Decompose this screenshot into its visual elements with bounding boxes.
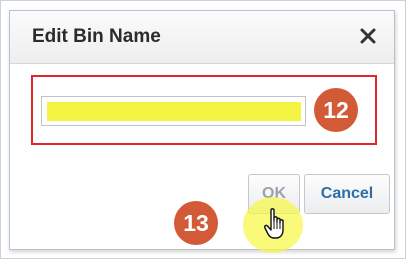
- cancel-button[interactable]: Cancel: [304, 174, 390, 214]
- edit-bin-name-dialog: Edit Bin Name 12 OK Cancel 13: [9, 10, 395, 253]
- bin-name-input[interactable]: [41, 96, 306, 126]
- screenshot-frame: Edit Bin Name 12 OK Cancel 13: [0, 0, 406, 259]
- highlighted-input-text: [47, 102, 301, 121]
- step-13-callout: 13: [174, 201, 218, 245]
- dialog-title: Edit Bin Name: [32, 26, 161, 47]
- dialog-title-bar: Edit Bin Name: [10, 11, 394, 64]
- close-icon[interactable]: [355, 23, 381, 49]
- hand-pointer-icon: [263, 207, 289, 241]
- step-12-callout: 12: [314, 88, 358, 132]
